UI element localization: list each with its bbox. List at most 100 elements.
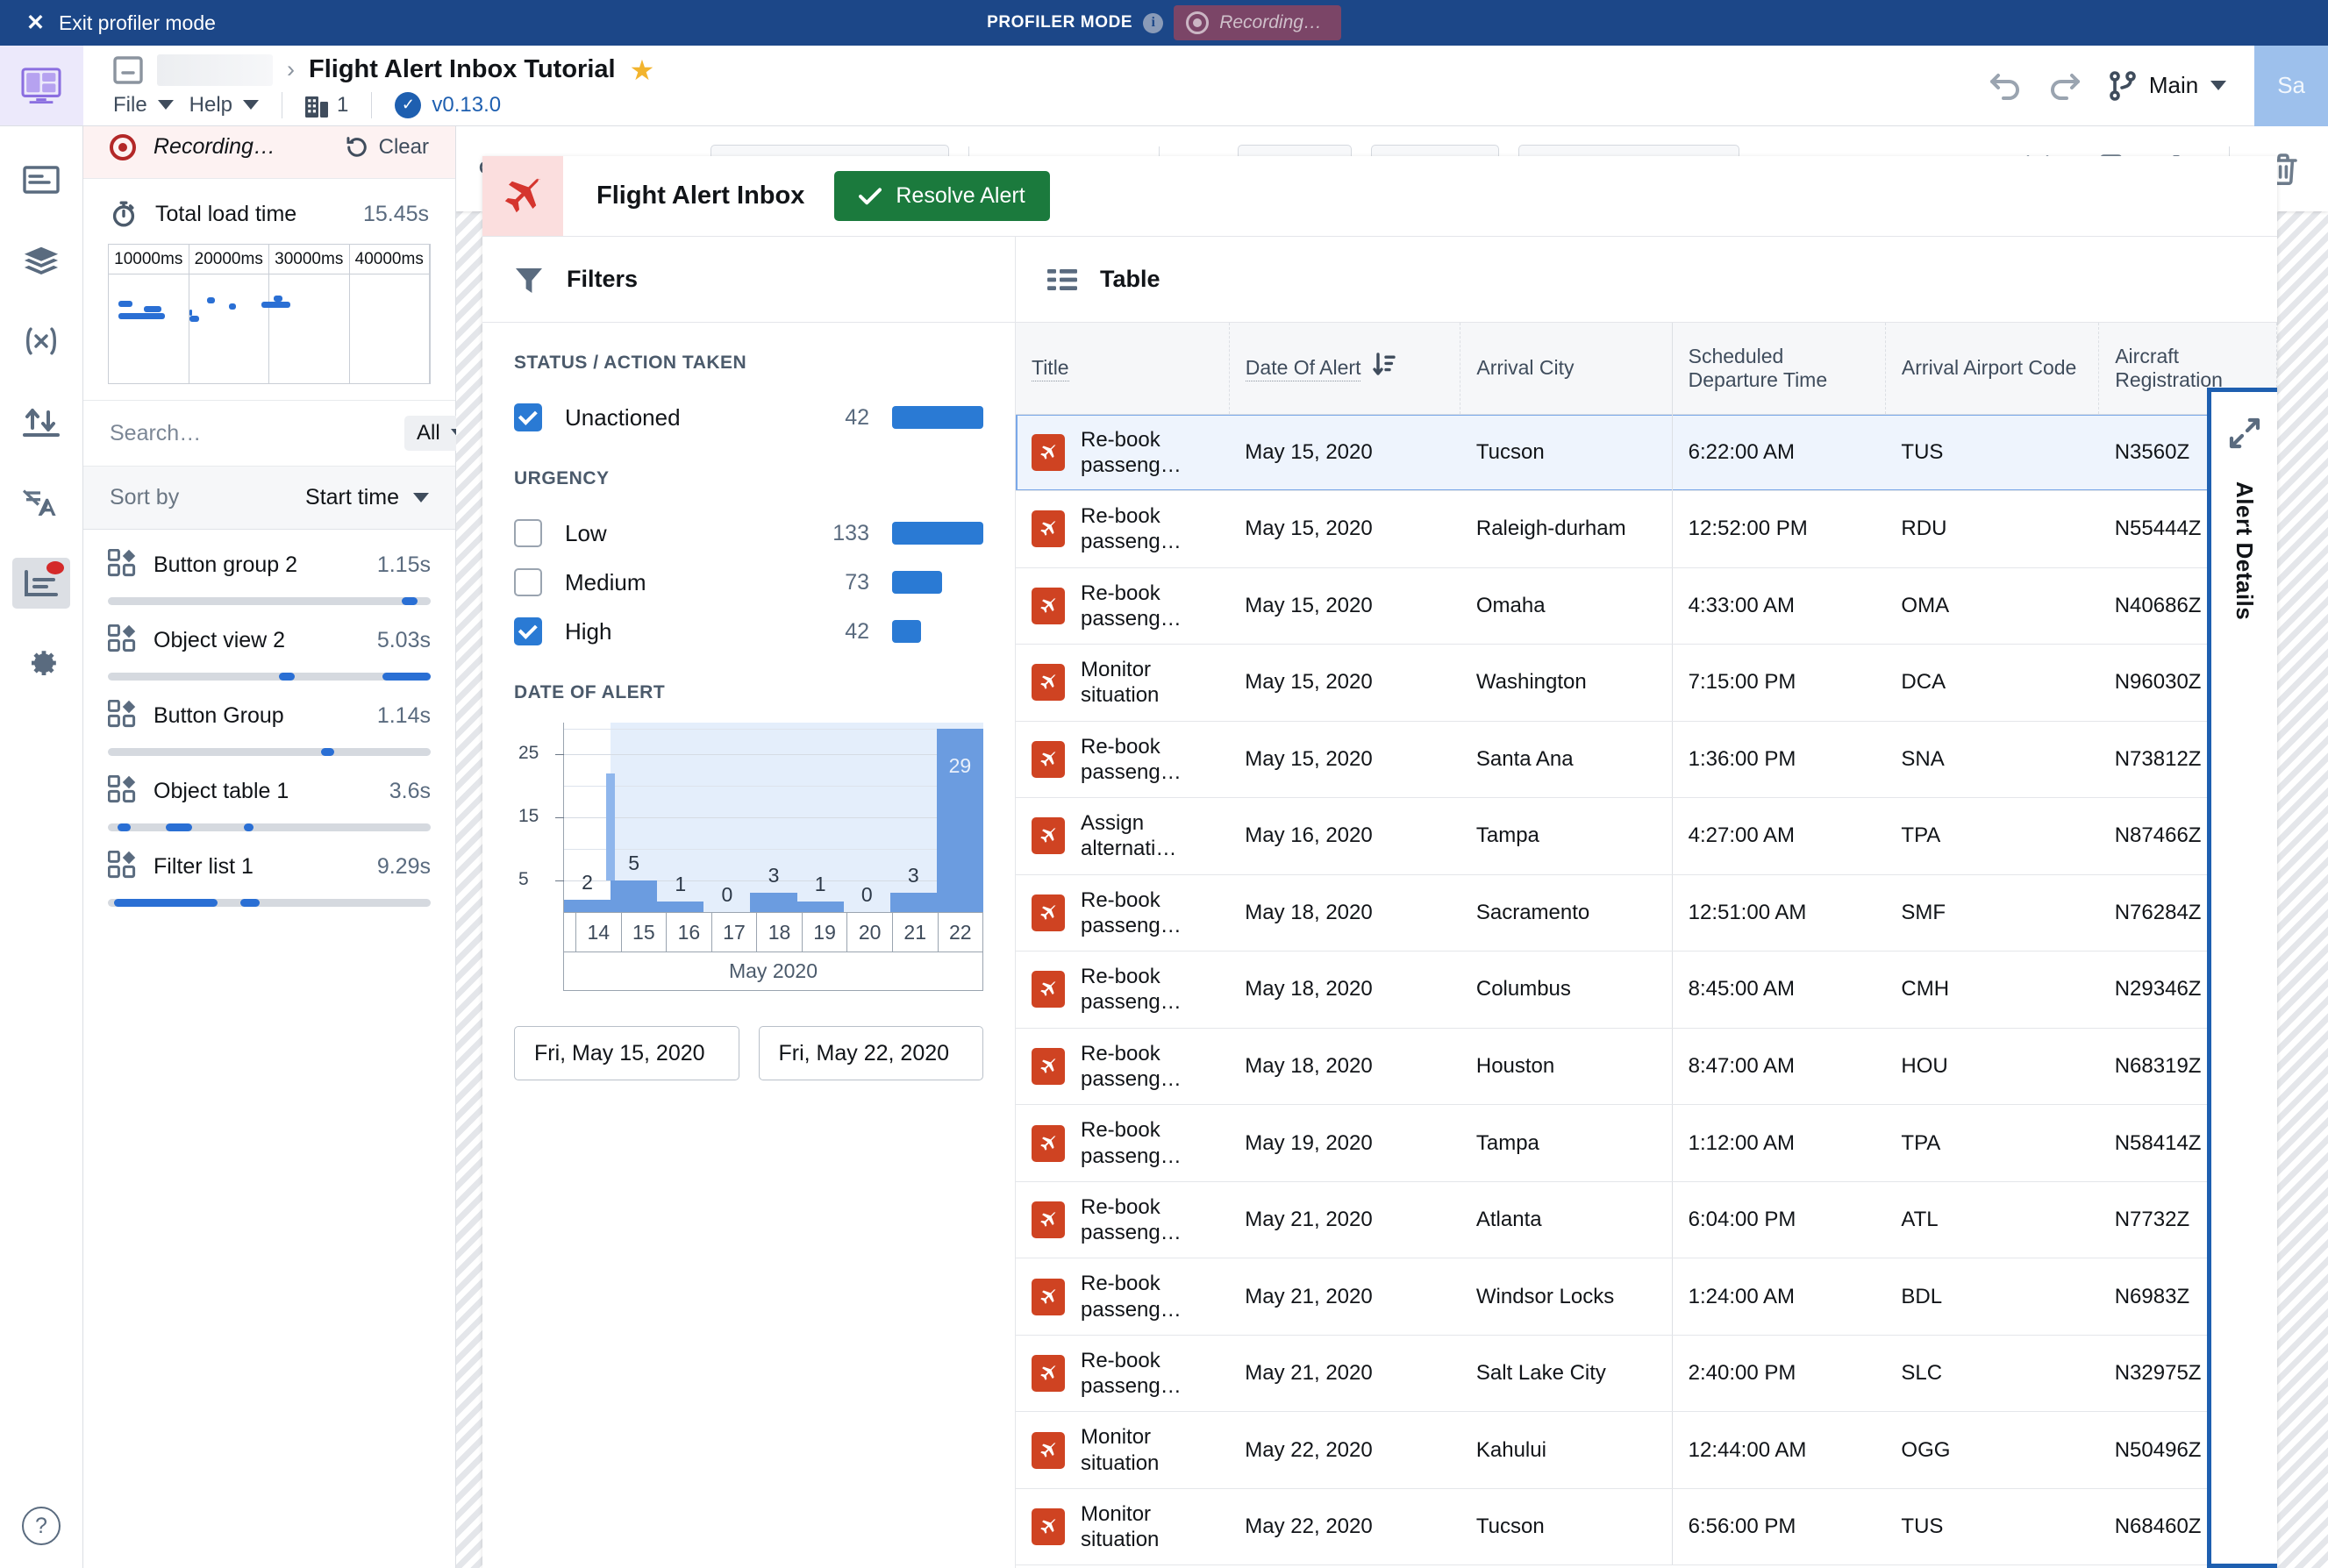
date-histogram-chart[interactable]: 5 15 25 2 5 1 0 3 1 0 3 29 bbox=[518, 723, 983, 912]
sidebar-item-layers[interactable] bbox=[12, 235, 70, 286]
list-item[interactable]: Object table 1 3.6s bbox=[83, 756, 455, 831]
sidebar-item-profiler[interactable] bbox=[12, 558, 70, 609]
undo-button[interactable] bbox=[1989, 72, 2021, 100]
table-column-header[interactable]: Title bbox=[1016, 323, 1230, 415]
table-row[interactable]: Re-book passeng… May 21, 2020 Windsor Lo… bbox=[1016, 1258, 2277, 1336]
verified-check-icon: ✓ bbox=[395, 91, 422, 118]
filter-checkbox[interactable] bbox=[514, 568, 542, 596]
filter-bar bbox=[892, 620, 983, 643]
sidebar-item-events[interactable] bbox=[12, 396, 70, 447]
histogram-bar-column[interactable]: 3 bbox=[750, 723, 797, 912]
redo-button[interactable] bbox=[2049, 72, 2081, 100]
filter-row[interactable]: Unactioned 42 bbox=[514, 393, 983, 442]
exit-profiler-mode-button[interactable]: ✕ Exit profiler mode bbox=[0, 11, 216, 35]
table-row[interactable]: Assign alternati… May 16, 2020 Tampa 4:2… bbox=[1016, 797, 2277, 875]
resolve-alert-button[interactable]: Resolve Alert bbox=[834, 171, 1050, 221]
row-title: Re-book passeng… bbox=[1081, 504, 1182, 554]
inbox-icon bbox=[113, 55, 143, 84]
sort-by-label: Sort by bbox=[110, 485, 180, 510]
histogram-bar-column[interactable]: 0 bbox=[703, 723, 750, 912]
table-row[interactable]: Re-book passeng… May 15, 2020 Raleigh-du… bbox=[1016, 490, 2277, 568]
list-item[interactable]: Object view 2 5.03s bbox=[83, 605, 455, 681]
list-item[interactable]: Filter list 1 9.29s bbox=[83, 831, 455, 907]
table-row[interactable]: Re-book passeng… May 18, 2020 Sacramento… bbox=[1016, 874, 2277, 952]
cell-scheduled-departure-time: 6:22:00 AM bbox=[1671, 414, 1886, 492]
histogram-range-handle[interactable] bbox=[606, 773, 616, 880]
filter-checkbox[interactable] bbox=[514, 617, 542, 645]
clear-recording-button[interactable]: Clear bbox=[346, 135, 429, 160]
timeline-segment bbox=[206, 297, 215, 303]
histogram-bar bbox=[750, 893, 797, 912]
cell-arrival-city: Kahului bbox=[1460, 1411, 1673, 1489]
table-row[interactable]: Re-book passeng… May 18, 2020 Houston 8:… bbox=[1016, 1028, 2277, 1106]
filter-checkbox[interactable] bbox=[514, 519, 542, 547]
histogram-bar-column[interactable]: 0 bbox=[844, 723, 890, 912]
profiler-banner: ✕ Exit profiler mode PROFILER MODE i Rec… bbox=[0, 0, 2328, 46]
filters-pane-header: Filters bbox=[482, 237, 1015, 323]
clear-label: Clear bbox=[378, 134, 429, 159]
sort-ascending-icon[interactable] bbox=[1373, 353, 1396, 384]
date-from-input[interactable]: Fri, May 15, 2020 bbox=[514, 1026, 739, 1080]
y-axis-tick bbox=[555, 817, 564, 818]
list-item-duration: 9.29s bbox=[376, 854, 431, 879]
sidebar-item-localization[interactable] bbox=[12, 477, 70, 528]
profiler-recording-label: Recording… bbox=[154, 134, 275, 159]
version-badge[interactable]: ✓ v0.13.0 bbox=[395, 91, 501, 118]
histogram-bar-column[interactable]: 1 bbox=[796, 723, 844, 912]
timeline-grid[interactable]: 10000ms 20000ms 30000ms 40000ms bbox=[108, 244, 431, 384]
airplane-icon bbox=[1032, 1431, 1065, 1469]
table-row[interactable]: Re-book passeng… May 21, 2020 Salt Lake … bbox=[1016, 1335, 2277, 1413]
histogram-bar-column[interactable]: 3 bbox=[889, 723, 937, 912]
search-input[interactable] bbox=[110, 420, 392, 446]
recording-status-pill[interactable]: Recording… bbox=[1174, 5, 1341, 40]
layout-logo-icon[interactable] bbox=[0, 46, 83, 126]
table-row[interactable]: Re-book passeng… May 18, 2020 Columbus 8… bbox=[1016, 951, 2277, 1029]
sidebar-item-variables[interactable] bbox=[12, 316, 70, 367]
histogram-bar bbox=[657, 902, 704, 912]
y-axis-tick bbox=[555, 880, 564, 881]
table-row[interactable]: Re-book passeng… May 21, 2020 Atlanta 6:… bbox=[1016, 1181, 2277, 1259]
histogram-bar-column[interactable]: 1 bbox=[657, 723, 704, 912]
menu-file[interactable]: File bbox=[113, 93, 174, 118]
table-row[interactable]: Monitor situation May 15, 2020 Washingto… bbox=[1016, 644, 2277, 722]
filter-row[interactable]: Low 133 bbox=[514, 509, 983, 558]
filter-checkbox[interactable] bbox=[514, 403, 542, 431]
filter-row[interactable]: Medium 73 bbox=[514, 558, 983, 607]
table-column-header[interactable]: Date Of Alert bbox=[1229, 323, 1461, 415]
alert-details-panel-tab[interactable]: Alert Details bbox=[2207, 388, 2277, 1568]
branch-selector[interactable]: Main bbox=[2109, 70, 2227, 101]
table-row[interactable]: Re-book passeng… May 15, 2020 Santa Ana … bbox=[1016, 721, 2277, 799]
save-button[interactable]: Sa bbox=[2254, 45, 2328, 126]
table-column-header[interactable]: Scheduled Departure Time bbox=[1671, 323, 1886, 415]
menu-help[interactable]: Help bbox=[189, 93, 260, 118]
breadcrumb: › Flight Alert Inbox Tutorial ★ bbox=[113, 53, 654, 87]
component-icon bbox=[107, 548, 136, 581]
star-icon[interactable]: ★ bbox=[630, 53, 655, 87]
info-icon[interactable]: i bbox=[1143, 12, 1164, 33]
breadcrumb-parent-placeholder[interactable] bbox=[157, 53, 273, 86]
cell-title: Re-book passeng… bbox=[1016, 567, 1230, 645]
left-icon-rail: ? bbox=[0, 46, 83, 1568]
table-column-header[interactable]: Arrival Airport Code bbox=[1885, 323, 2100, 415]
table-column-header[interactable]: Arrival City bbox=[1460, 323, 1673, 415]
table-row[interactable]: Re-book passeng… May 15, 2020 Omaha 4:33… bbox=[1016, 567, 2277, 645]
airplane-icon bbox=[1032, 1048, 1065, 1086]
list-item[interactable]: Button Group 1.14s bbox=[83, 681, 455, 756]
org-count[interactable]: 1 bbox=[305, 93, 348, 118]
date-to-input[interactable]: Fri, May 22, 2020 bbox=[758, 1026, 983, 1080]
histogram-bar-column[interactable]: 29 bbox=[936, 723, 983, 912]
histogram-bar-column[interactable]: 5 bbox=[611, 723, 658, 912]
filter-row[interactable]: High 42 bbox=[514, 607, 983, 656]
question-mark-icon[interactable]: ? bbox=[22, 1507, 61, 1545]
sidebar-item-widgets[interactable] bbox=[12, 154, 70, 205]
table-row[interactable]: Re-book passeng… May 15, 2020 Tucson 6:2… bbox=[1016, 414, 2277, 492]
list-item[interactable]: Button group 2 1.15s bbox=[83, 530, 455, 605]
histogram-bar-column[interactable]: 2 bbox=[564, 723, 611, 912]
profiler-sort-row[interactable]: Sort by Start time bbox=[83, 467, 455, 530]
table-row[interactable]: Monitor situation May 22, 2020 Tucson 6:… bbox=[1016, 1488, 2277, 1566]
table-scroll-region[interactable]: Title Date Of Alert Arrival City Schedul… bbox=[1016, 323, 2277, 1568]
sidebar-item-settings[interactable] bbox=[12, 638, 70, 689]
table-row[interactable]: Monitor situation May 22, 2020 Kahului 1… bbox=[1016, 1411, 2277, 1489]
table-row[interactable]: Re-book passeng… May 19, 2020 Tampa 1:12… bbox=[1016, 1104, 2277, 1182]
object-view-body: Filters STATUS / ACTION TAKEN Unactioned… bbox=[482, 237, 2277, 1568]
